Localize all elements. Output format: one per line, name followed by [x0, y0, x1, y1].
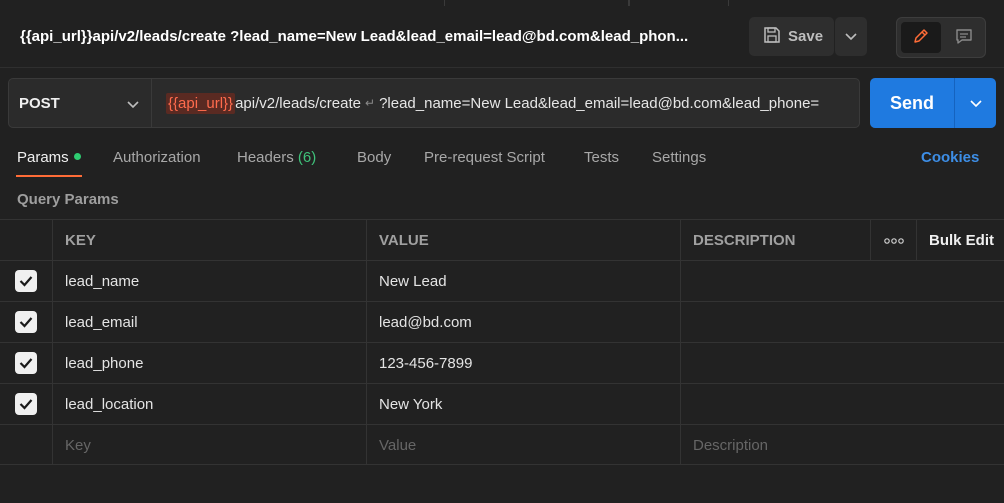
edit-mode-button[interactable] — [901, 22, 941, 53]
request-tabs: Params Authorization Headers (6) Body Pr… — [0, 140, 1004, 178]
tab-body[interactable]: Body — [357, 149, 391, 166]
view-mode-toggle — [896, 17, 986, 58]
row-checkbox[interactable] — [15, 352, 37, 374]
request-title[interactable]: {{api_url}}api/v2/leads/create ?lead_nam… — [20, 28, 688, 45]
column-header-description: DESCRIPTION — [680, 220, 870, 260]
chevron-down-icon — [969, 95, 982, 112]
url-query: ?lead_name=New Lead&lead_email=lead@bd.c… — [379, 94, 820, 112]
tab-headers[interactable]: Headers (6) — [237, 149, 316, 166]
new-key-input[interactable]: Key — [52, 425, 366, 465]
comment-mode-button[interactable] — [945, 22, 983, 53]
chevron-down-icon — [845, 28, 857, 45]
row-check-cell — [0, 261, 52, 301]
param-description[interactable] — [680, 261, 1004, 301]
table-row: lead_email lead@bd.com — [0, 301, 1004, 342]
url-path: api/v2/leads/create — [235, 94, 361, 112]
table-header-row: KEY VALUE DESCRIPTION Bulk Edit — [0, 219, 1004, 260]
params-active-dot — [73, 153, 81, 161]
param-key[interactable]: lead_name — [52, 261, 366, 301]
headers-count: (6) — [297, 149, 317, 166]
new-param-row: Key Value Description — [0, 424, 1004, 465]
comment-icon — [955, 27, 973, 49]
method-select[interactable]: POST — [8, 78, 151, 128]
save-icon — [763, 26, 781, 48]
row-checkbox[interactable] — [15, 393, 37, 415]
cookies-link[interactable]: Cookies — [921, 149, 979, 166]
tab-params[interactable]: Params — [17, 149, 81, 166]
table-row: lead_location New York — [0, 383, 1004, 424]
row-checkbox[interactable] — [15, 311, 37, 333]
tab-tests[interactable]: Tests — [584, 149, 619, 166]
column-header-key: KEY — [52, 220, 366, 260]
param-description[interactable] — [680, 384, 1004, 424]
url-input[interactable]: {{api_url}} api/v2/leads/create ↵ ?lead_… — [151, 78, 860, 128]
row-check-cell — [0, 302, 52, 342]
pencil-icon — [912, 27, 930, 49]
new-description-input[interactable]: Description — [680, 425, 1004, 465]
param-description[interactable] — [680, 343, 1004, 383]
row-check-cell — [0, 425, 52, 465]
param-key[interactable]: lead_phone — [52, 343, 366, 383]
save-button[interactable]: Save — [749, 17, 834, 56]
send-options-button[interactable] — [955, 78, 996, 128]
save-options-button[interactable] — [835, 17, 867, 56]
send-button[interactable]: Send — [890, 93, 934, 114]
tab-pre-request-script[interactable]: Pre-request Script — [424, 149, 545, 166]
save-label: Save — [788, 28, 824, 45]
header-check-cell — [0, 220, 52, 260]
row-checkbox[interactable] — [15, 270, 37, 292]
chevron-down-icon — [127, 96, 139, 113]
param-value[interactable]: 123-456-7899 — [366, 343, 680, 383]
line-break-icon: ↵ — [365, 96, 376, 110]
query-params-table: KEY VALUE DESCRIPTION Bulk Edit lead_nam… — [0, 219, 1004, 467]
param-value[interactable]: lead@bd.com — [366, 302, 680, 342]
column-options-button[interactable] — [870, 220, 916, 260]
param-description[interactable] — [680, 302, 1004, 342]
tab-headers-label: Headers — [237, 149, 294, 166]
param-value[interactable]: New Lead — [366, 261, 680, 301]
send-button-group: Send — [870, 78, 996, 128]
table-row: lead_name New Lead — [0, 260, 1004, 301]
query-params-heading: Query Params — [17, 191, 119, 208]
table-row: lead_phone 123-456-7899 — [0, 342, 1004, 383]
tab-params-label: Params — [17, 149, 69, 166]
param-value[interactable]: New York — [366, 384, 680, 424]
param-key[interactable]: lead_location — [52, 384, 366, 424]
request-header: {{api_url}}api/v2/leads/create ?lead_nam… — [0, 6, 1004, 68]
param-key[interactable]: lead_email — [52, 302, 366, 342]
tab-settings[interactable]: Settings — [652, 149, 706, 166]
bulk-edit-button[interactable]: Bulk Edit — [916, 220, 1004, 260]
tab-authorization[interactable]: Authorization — [113, 149, 201, 166]
row-check-cell — [0, 343, 52, 383]
url-variable[interactable]: {{api_url}} — [166, 92, 236, 114]
row-check-cell — [0, 384, 52, 424]
new-value-input[interactable]: Value — [366, 425, 680, 465]
more-icon — [883, 232, 904, 249]
active-tab-indicator — [16, 175, 82, 177]
column-header-value: VALUE — [366, 220, 680, 260]
method-label: POST — [19, 94, 60, 112]
